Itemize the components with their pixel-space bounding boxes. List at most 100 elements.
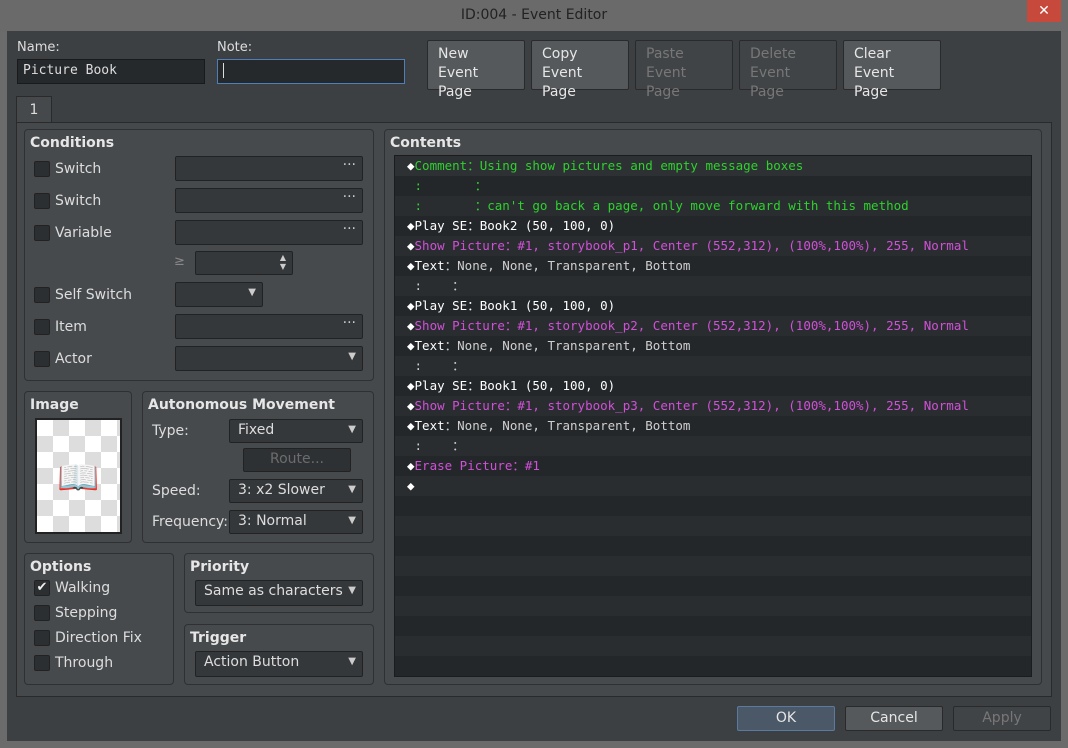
command-text: Show Picture：#1, storybook_p1, Center (5…: [414, 238, 969, 253]
command-row[interactable]: ◆Text：None, None, Transparent, Bottom: [395, 336, 1031, 356]
apply-button[interactable]: Apply: [953, 706, 1051, 731]
ok-button[interactable]: OK: [737, 706, 835, 731]
command-row[interactable]: ◆Play SE：Book2 (50, 100, 0): [395, 216, 1031, 236]
route-button[interactable]: Route...: [243, 448, 351, 472]
command-row[interactable]: [395, 516, 1031, 536]
command-row[interactable]: ◆Play SE：Book1 (50, 100, 0): [395, 296, 1031, 316]
command-row[interactable]: [395, 656, 1031, 676]
copy-event-page-button[interactable]: Copy Event Page: [531, 40, 629, 100]
command-row[interactable]: [395, 496, 1031, 516]
command-row[interactable]: ◆Show Picture：#1, storybook_p2, Center (…: [395, 316, 1031, 336]
condition-selector[interactable]: ▼: [175, 346, 363, 371]
condition-checkbox[interactable]: [34, 161, 50, 177]
ellipsis-icon: ···: [342, 221, 356, 237]
option-checkbox[interactable]: [34, 605, 50, 621]
diamond-icon: ◆: [407, 418, 415, 433]
clear-event-page-button[interactable]: Clear Event Page: [843, 40, 941, 100]
condition-checkbox[interactable]: [34, 193, 50, 209]
variable-value-spinner[interactable]: ▲ ▼: [195, 251, 293, 275]
command-text: ：None, None, Transparent, Bottom: [444, 338, 691, 353]
command-text: : ：: [407, 438, 465, 453]
condition-selector[interactable]: ···: [175, 188, 363, 213]
chevron-down-icon: ▼: [348, 424, 356, 435]
command-row[interactable]: ◆Text：None, None, Transparent, Bottom: [395, 416, 1031, 436]
option-checkbox[interactable]: [34, 655, 50, 671]
condition-selector[interactable]: ···: [175, 314, 363, 339]
option-checkbox[interactable]: [34, 630, 50, 646]
condition-label: Switch: [55, 161, 102, 177]
tab-page-1[interactable]: 1: [16, 96, 52, 124]
command-row[interactable]: [395, 596, 1031, 616]
command-row[interactable]: : ：: [395, 176, 1031, 196]
command-text: ：Book1 (50, 100, 0): [467, 378, 616, 393]
condition-label: Self Switch: [55, 287, 133, 303]
conditions-title: Conditions: [30, 135, 115, 151]
note-input[interactable]: [217, 59, 405, 84]
command-row[interactable]: ◆: [395, 476, 1031, 496]
diamond-icon: ◆: [407, 318, 415, 333]
event-command-list[interactable]: ◆Comment：Using show pictures and empty m…: [394, 155, 1032, 677]
priority-select[interactable]: Same as characters ▼: [195, 580, 363, 606]
trigger-value: Action Button: [204, 654, 300, 670]
command-text: ：Book1 (50, 100, 0): [467, 298, 616, 313]
command-row[interactable]: : ：can't go back a page, only move forwa…: [395, 196, 1031, 216]
priority-value: Same as characters: [204, 583, 343, 599]
options-title: Options: [30, 559, 92, 575]
name-label: Name:: [17, 40, 60, 55]
cancel-button[interactable]: Cancel: [845, 706, 943, 731]
condition-checkbox[interactable]: [34, 225, 50, 241]
command-row[interactable]: ◆Play SE：Book1 (50, 100, 0): [395, 376, 1031, 396]
command-row[interactable]: [395, 636, 1031, 656]
ge-sign: ≥: [174, 254, 185, 269]
command-row[interactable]: ◆Show Picture：#1, storybook_p3, Center (…: [395, 396, 1031, 416]
command-row[interactable]: [395, 556, 1031, 576]
condition-checkbox[interactable]: [34, 319, 50, 335]
option-label: Direction Fix: [55, 630, 142, 646]
priority-title: Priority: [190, 559, 250, 575]
condition-selector[interactable]: ···: [175, 220, 363, 245]
condition-selector[interactable]: ···: [175, 156, 363, 181]
command-row[interactable]: [395, 616, 1031, 636]
new-event-page-button[interactable]: New Event Page: [427, 40, 525, 100]
chevron-down-icon: ▼: [348, 515, 356, 526]
button-label-line1: New: [438, 46, 469, 62]
diamond-icon: ◆: [407, 478, 415, 493]
command-text: : ：: [407, 178, 488, 193]
command-row[interactable]: : ：: [395, 276, 1031, 296]
command-row[interactable]: : ：: [395, 356, 1031, 376]
command-row[interactable]: ◆Comment：Using show pictures and empty m…: [395, 156, 1031, 176]
condition-label: Item: [55, 319, 87, 335]
delete-event-page-button[interactable]: Delete Event Page: [739, 40, 837, 100]
type-select[interactable]: Fixed ▼: [229, 419, 363, 443]
command-row[interactable]: ◆Erase Picture：#1: [395, 456, 1031, 476]
frequency-select[interactable]: 3: Normal ▼: [229, 510, 363, 534]
command-row[interactable]: ◆Text：None, None, Transparent, Bottom: [395, 256, 1031, 276]
button-label-line1: Clear: [854, 46, 891, 62]
event-image[interactable]: 📖: [35, 418, 122, 534]
option-label: Walking: [55, 580, 111, 596]
command-row[interactable]: [395, 536, 1031, 556]
condition-checkbox[interactable]: [34, 287, 50, 303]
speed-label: Speed:: [152, 483, 201, 499]
name-input[interactable]: Picture Book: [17, 59, 205, 84]
close-button[interactable]: ✕: [1027, 0, 1061, 22]
speed-select[interactable]: 3: x2 Slower ▼: [229, 479, 363, 503]
chevron-down-icon: ▼: [348, 484, 356, 495]
command-text: ：None, None, Transparent, Bottom: [444, 418, 691, 433]
diamond-icon: ◆: [407, 218, 415, 233]
option-checkbox[interactable]: ✔: [34, 580, 50, 596]
condition-selector[interactable]: ▼: [175, 282, 263, 307]
trigger-select[interactable]: Action Button ▼: [195, 651, 363, 677]
frequency-value: 3: Normal: [238, 513, 307, 529]
command-row[interactable]: : ：: [395, 436, 1031, 456]
button-label-line1: Paste: [646, 46, 684, 62]
command-text: Show Picture：#1, storybook_p2, Center (5…: [414, 318, 969, 333]
diamond-icon: ◆: [407, 458, 415, 473]
command-row[interactable]: [395, 576, 1031, 596]
command-text: ：Book2 (50, 100, 0): [467, 218, 616, 233]
condition-label: Switch: [55, 193, 102, 209]
condition-checkbox[interactable]: [34, 351, 50, 367]
paste-event-page-button[interactable]: Paste Event Page: [635, 40, 733, 100]
contents-title: Contents: [390, 135, 462, 151]
command-row[interactable]: ◆Show Picture：#1, storybook_p1, Center (…: [395, 236, 1031, 256]
